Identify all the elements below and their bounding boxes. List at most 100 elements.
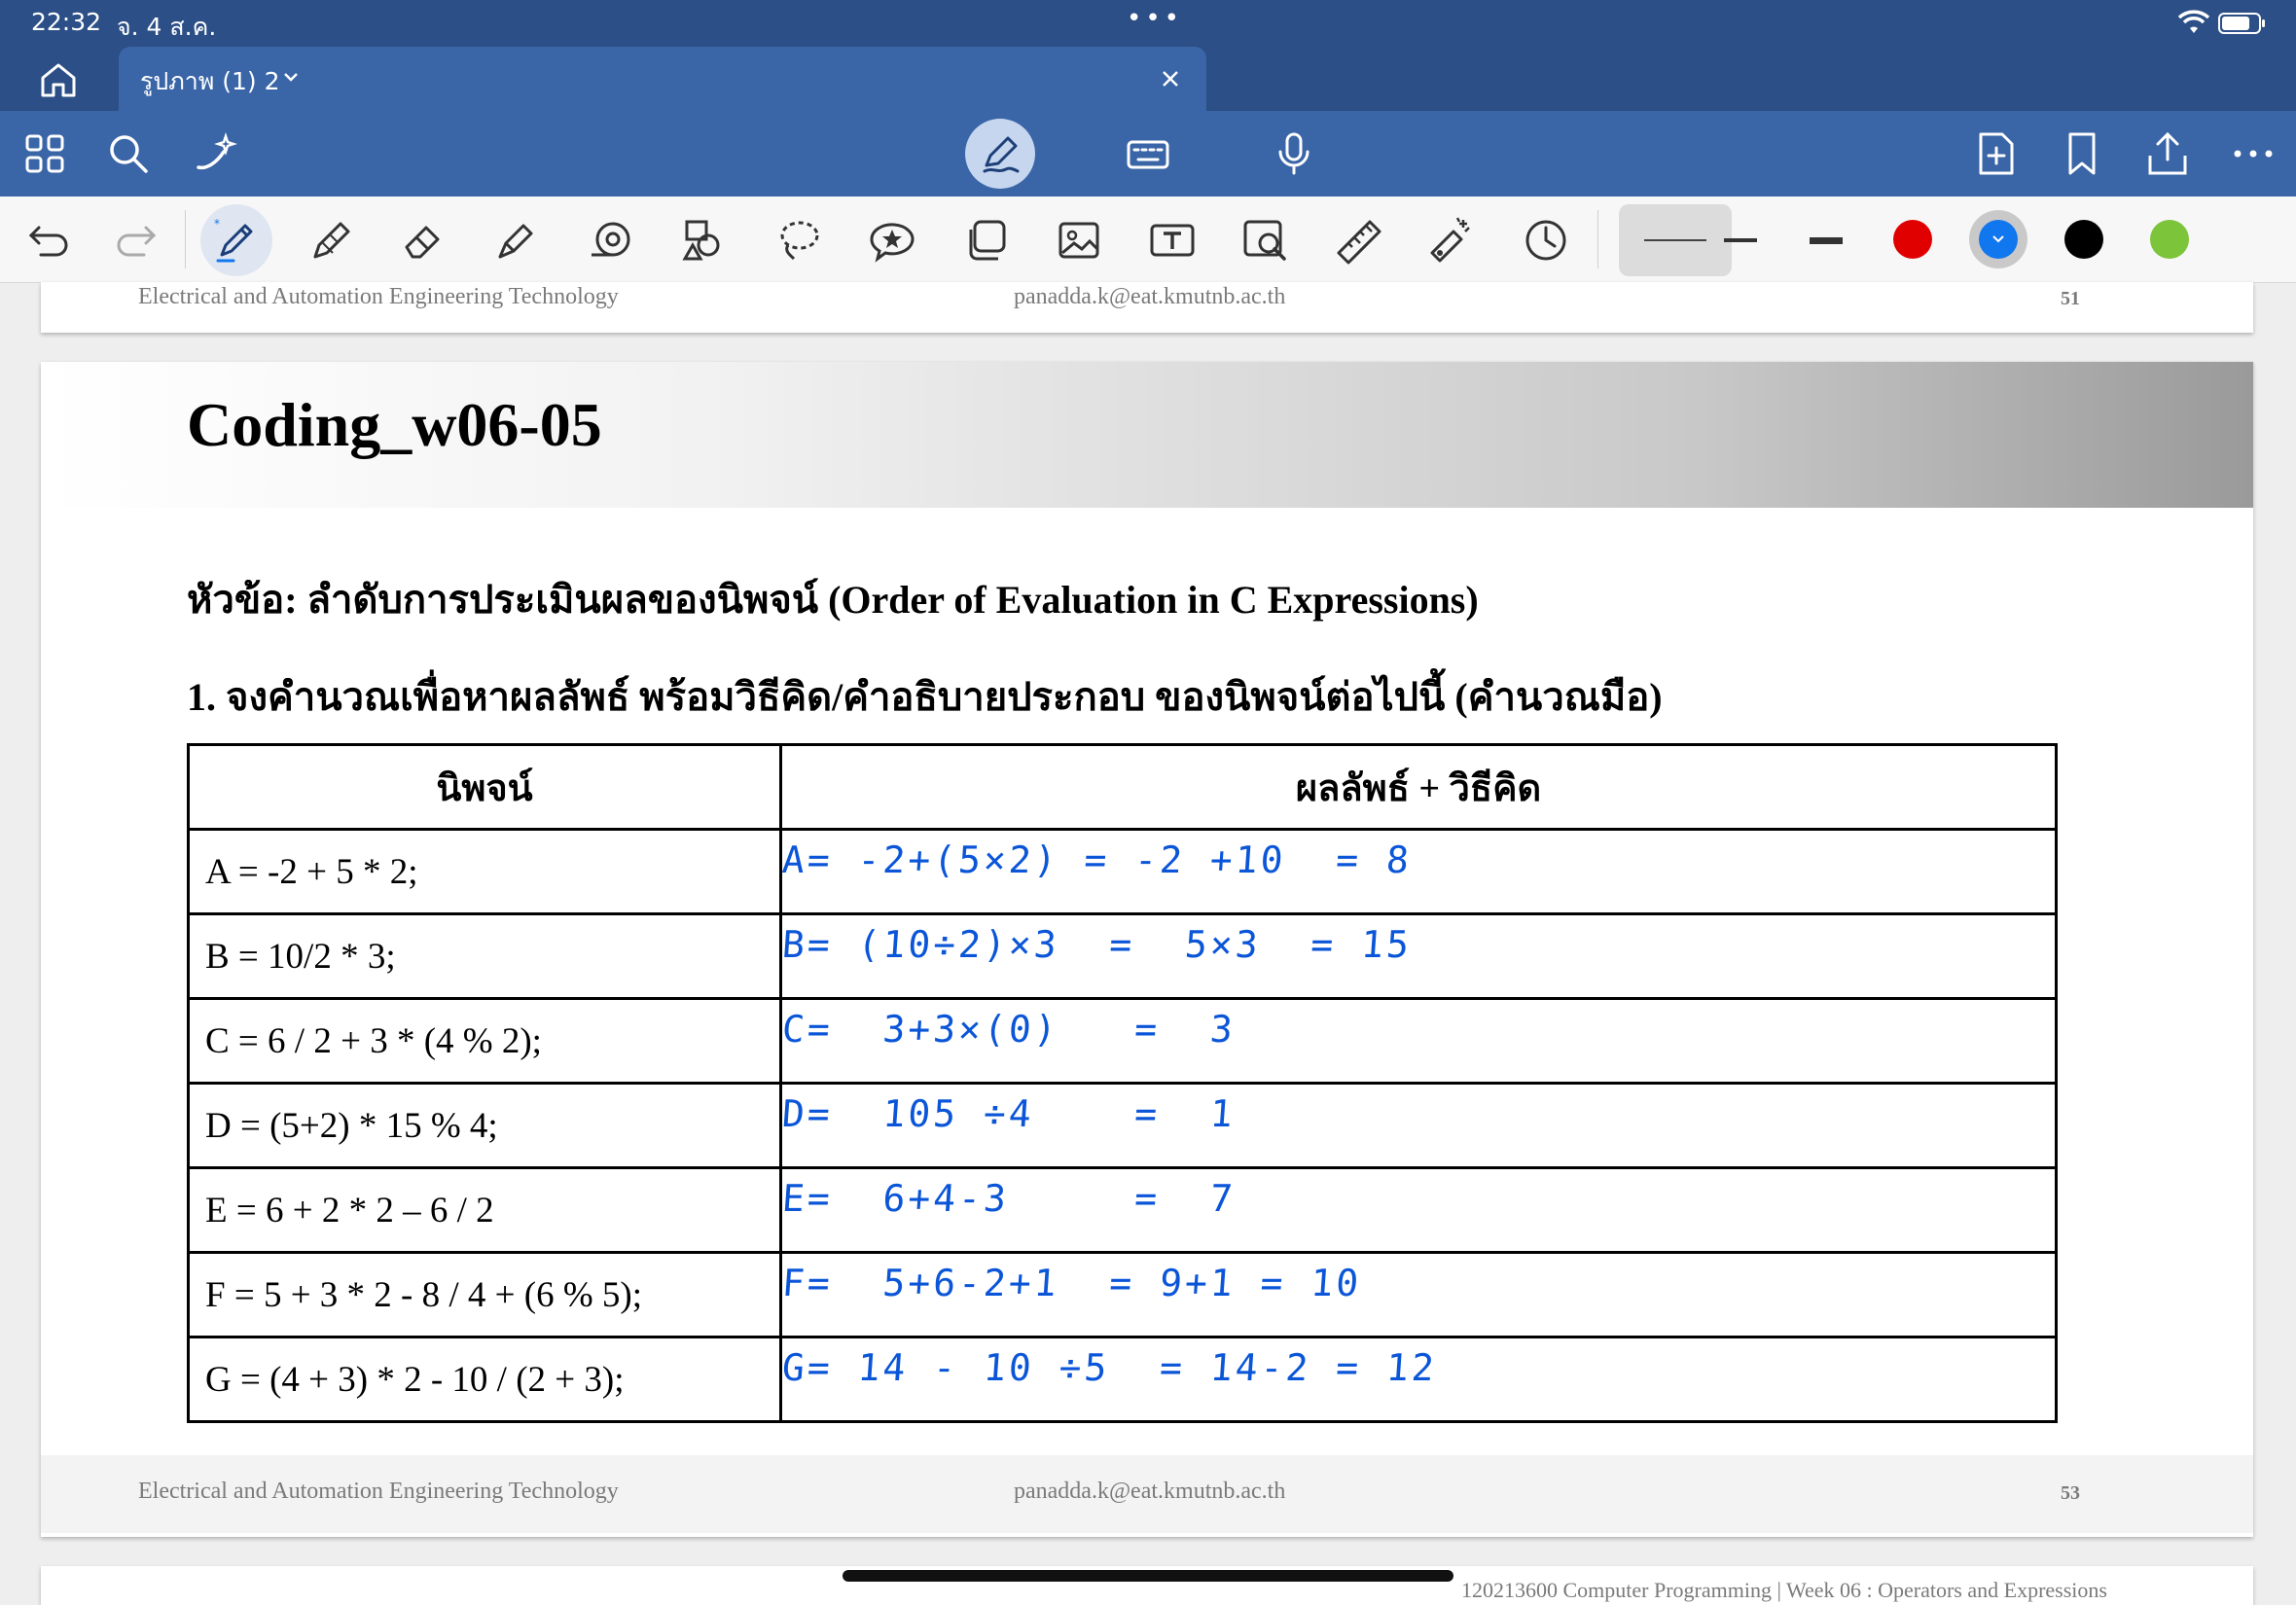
color-red-swatch[interactable]: [1893, 220, 1932, 259]
shapes-icon[interactable]: [679, 216, 728, 265]
slide-title: Coding_w06-05: [187, 390, 602, 459]
share-icon[interactable]: [2144, 130, 2191, 177]
expression-cell: C = 6 / 2 + 3 * (4 % 2);: [187, 997, 782, 1085]
table-row: G = (4 + 3) * 2 - 10 / (2 + 3); G= 14 - …: [187, 1336, 2058, 1423]
color-blue-swatch[interactable]: [1979, 220, 2018, 259]
redo-icon[interactable]: [111, 216, 160, 265]
expression-cell: F = 5 + 3 * 2 - 8 / 4 + (6 % 5);: [187, 1251, 782, 1338]
status-bar: 22:32 จ. 4 ส.ค. •••: [0, 0, 2296, 47]
close-tab-icon[interactable]: [1156, 64, 1185, 93]
question-heading: 1. จงคำนวณเพื่อหาผลลัพธ์ พร้อมวิธีคิด/คำ…: [187, 675, 1663, 719]
pencil-icon[interactable]: [307, 216, 356, 265]
topic-heading: หัวข้อ: ลำดับการประเมินผลของนิพจน์ (Orde…: [187, 578, 1479, 622]
keyboard-icon[interactable]: [1125, 130, 1171, 177]
stroke-thin-line: [1644, 239, 1706, 241]
stroke-thick-button[interactable]: [1810, 237, 1843, 244]
table-row: C = 6 / 2 + 3 * (4 % 2); C= 3+3×(0) = 3: [187, 997, 2058, 1085]
table-row: F = 5 + 3 * 2 - 8 / 4 + (6 % 5); F= 5+6-…: [187, 1251, 2058, 1338]
expression-cell: G = (4 + 3) * 2 - 10 / (2 + 3);: [187, 1336, 782, 1423]
home-icon[interactable]: [37, 60, 80, 99]
table-row: A = -2 + 5 * 2; A= -2+(5×2) = -2 +10 = 8: [187, 828, 2058, 915]
handwritten-answer: F= 5+6-2+1 = 9+1 = 10: [780, 1262, 1363, 1304]
handwritten-answer: C= 3+3×(0) = 3: [780, 1008, 1238, 1051]
top-toolbar: [0, 111, 2296, 196]
handwritten-answer: E= 6+4-3 = 7: [780, 1177, 1238, 1220]
search-icon[interactable]: [105, 130, 152, 177]
table-row: E = 6 + 2 * 2 – 6 / 2 E= 6+4-3 = 7: [187, 1166, 2058, 1254]
slide-page: Coding_w06-05 หัวข้อ: ลำดับการประเมินผลข…: [41, 362, 2253, 1537]
answer-cell[interactable]: D= 105 ÷4 = 1: [779, 1082, 2058, 1169]
microphone-icon[interactable]: [1271, 130, 1317, 177]
more-icon[interactable]: [2230, 130, 2277, 177]
answer-cell[interactable]: G= 14 - 10 ÷5 = 14-2 = 12: [779, 1336, 2058, 1423]
tab-strip: รูปภาพ (1) 2: [0, 47, 2296, 111]
answer-cell[interactable]: C= 3+3×(0) = 3: [779, 997, 2058, 1085]
laser-pointer-icon[interactable]: [1426, 216, 1475, 265]
stroke-thin-button[interactable]: [1619, 204, 1732, 276]
document-tab[interactable]: รูปภาพ (1) 2: [119, 47, 1206, 111]
handwritten-answer: G= 14 - 10 ÷5 = 14-2 = 12: [780, 1346, 1439, 1389]
home-indicator[interactable]: [843, 1570, 1453, 1582]
expression-cell: B = 10/2 * 3;: [187, 912, 782, 1000]
footer-org: Electrical and Automation Engineering Te…: [138, 1479, 619, 1504]
history-icon[interactable]: [1522, 216, 1570, 265]
expression-cell: E = 6 + 2 * 2 – 6 / 2: [187, 1166, 782, 1254]
expression-cell: D = (5+2) * 15 % 4;: [187, 1082, 782, 1169]
answer-cell[interactable]: E= 6+4-3 = 7: [779, 1166, 2058, 1254]
tab-title: รูปภาพ (1) 2: [140, 67, 280, 95]
multitasking-dots[interactable]: •••: [1127, 4, 1183, 33]
stroke-medium-button[interactable]: [1724, 238, 1757, 242]
apps-grid-icon[interactable]: [21, 130, 68, 177]
previous-page-footer: Electrical and Automation Engineering Te…: [41, 282, 2253, 333]
header-result: ผลลัพธ์ + วิธีคิด: [779, 743, 2058, 831]
battery-icon: [2218, 13, 2265, 34]
add-page-icon[interactable]: [1973, 130, 2020, 177]
highlighter-icon[interactable]: [492, 216, 541, 265]
next-page-header: 120213600 Computer Programming | Week 06…: [1461, 1578, 2107, 1602]
handwritten-answer: A= -2+(5×2) = -2 +10 = 8: [780, 838, 1414, 881]
tape-icon[interactable]: [586, 216, 634, 265]
answer-cell[interactable]: F= 5+6-2+1 = 9+1 = 10: [779, 1251, 2058, 1338]
handwritten-answer: B= (10÷2)×3 = 5×3 = 15: [780, 923, 1414, 966]
undo-icon[interactable]: [25, 216, 74, 265]
element-icon[interactable]: [961, 216, 1010, 265]
sticker-icon[interactable]: [868, 216, 916, 265]
answer-cell[interactable]: A= -2+(5×2) = -2 +10 = 8: [779, 828, 2058, 915]
handwritten-answer: D= 105 ÷4 = 1: [780, 1092, 1238, 1135]
table-row: B = 10/2 * 3; B= (10÷2)×3 = 5×3 = 15: [187, 912, 2058, 1000]
text-box-icon[interactable]: [1148, 216, 1197, 265]
status-date: จ. 4 ส.ค.: [117, 13, 217, 41]
lasso-icon[interactable]: [774, 216, 823, 265]
ruler-icon[interactable]: [1335, 216, 1383, 265]
eraser-icon[interactable]: [399, 216, 448, 265]
footer-email: panadda.k@eat.kmutnb.ac.th: [1014, 284, 1286, 309]
pen-mode-button[interactable]: [965, 119, 1035, 189]
wifi-icon: [2177, 10, 2210, 33]
expression-table: นิพจน์ ผลลัพธ์ + วิธีคิด A = -2 + 5 * 2;…: [187, 743, 2058, 1423]
toolbar-divider: [1597, 210, 1598, 268]
color-green-swatch[interactable]: [2150, 220, 2189, 259]
status-time: 22:32: [31, 8, 102, 36]
footer-org: Electrical and Automation Engineering Te…: [138, 284, 619, 309]
bookmark-icon[interactable]: [2059, 130, 2105, 177]
toolbar-divider: [185, 210, 186, 268]
table-header-row: นิพจน์ ผลลัพธ์ + วิธีคิด: [187, 743, 2058, 831]
svg-text:*: *: [214, 217, 220, 231]
header-expression: นิพจน์: [187, 743, 782, 831]
ballpoint-pen-icon: *: [214, 217, 253, 263]
expression-cell: A = -2 + 5 * 2;: [187, 828, 782, 915]
magnifier-icon[interactable]: [1241, 216, 1290, 265]
pen-mode-icon: [983, 136, 1020, 173]
sparkle-pen-icon[interactable]: [193, 130, 239, 177]
footer-page-number: 51: [2061, 288, 2080, 309]
ballpoint-pen-button[interactable]: *: [200, 204, 272, 276]
table-row: D = (5+2) * 15 % 4; D= 105 ÷4 = 1: [187, 1082, 2058, 1169]
answer-cell[interactable]: B= (10÷2)×3 = 5×3 = 15: [779, 912, 2058, 1000]
color-black-swatch[interactable]: [2064, 220, 2103, 259]
chevron-down-icon: [1992, 235, 2004, 243]
image-icon[interactable]: [1055, 216, 1103, 265]
chevron-down-icon[interactable]: [278, 64, 304, 89]
slide-header: Coding_w06-05: [41, 362, 2253, 508]
footer-page-number: 53: [2061, 1482, 2080, 1504]
slide-footer: Electrical and Automation Engineering Te…: [41, 1455, 2253, 1533]
